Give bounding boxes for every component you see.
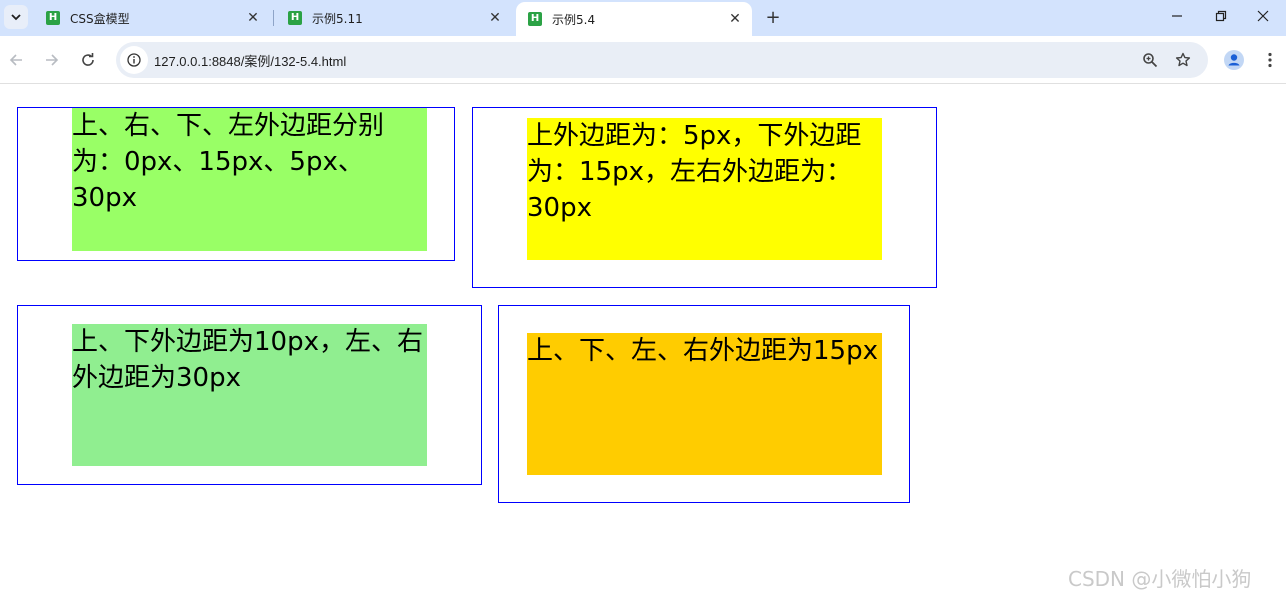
plus-icon[interactable]: + [762, 6, 784, 28]
tab-divider [273, 10, 274, 26]
site-info-icon[interactable] [120, 46, 148, 74]
inner-box-1: 上、右、下、左外边距分别为：0px、15px、5px、30px [72, 108, 427, 251]
more-menu-icon[interactable] [1258, 48, 1282, 72]
outer-box-2: 上外边距为：5px，下外边距为：15px，左右外边距为：30px [472, 107, 937, 288]
tab-title: 示例5.4 [552, 12, 596, 27]
close-icon[interactable]: ✕ [244, 9, 262, 27]
hbuilder-favicon-icon: H [528, 12, 542, 26]
inner-box-3: 上、下外边距为10px，左、右外边距为30px [72, 324, 427, 466]
hbuilder-favicon-icon: H [288, 11, 302, 25]
forward-icon[interactable] [40, 48, 64, 72]
zoom-icon[interactable] [1140, 50, 1160, 70]
outer-box-1: 上、右、下、左外边距分别为：0px、15px、5px、30px [17, 107, 455, 261]
tab-title: 示例5.11 [312, 11, 363, 26]
window-close-icon[interactable] [1240, 0, 1286, 32]
close-icon[interactable]: ✕ [726, 10, 744, 28]
reload-icon[interactable] [76, 48, 100, 72]
tab-title: CSS盒模型 [70, 11, 130, 26]
inner-box-2: 上外边距为：5px，下外边距为：15px，左右外边距为：30px [527, 118, 882, 260]
profile-avatar-icon[interactable] [1222, 48, 1246, 72]
minimize-icon[interactable] [1154, 0, 1200, 32]
tab-search-button[interactable] [4, 5, 28, 29]
tab-example-5-11[interactable]: H 示例5.11 ✕ [276, 4, 512, 32]
address-bar[interactable]: 127.0.0.1:8848/案例/132-5.4.html [116, 42, 1208, 78]
outer-box-4: 上、下、左、右外边距为15px [498, 305, 910, 503]
tab-css-box-model[interactable]: H CSS盒模型 ✕ [34, 4, 270, 32]
bookmark-star-icon[interactable] [1173, 50, 1193, 70]
tab-strip: H CSS盒模型 ✕ H 示例5.11 ✕ H 示例5.4 ✕ + [0, 0, 1286, 36]
restore-icon[interactable] [1198, 0, 1244, 32]
outer-box-3: 上、下外边距为10px，左、右外边距为30px [17, 305, 482, 485]
url-text[interactable]: 127.0.0.1:8848/案例/132-5.4.html [154, 51, 346, 70]
back-icon[interactable] [4, 48, 28, 72]
tab-example-5-4[interactable]: H 示例5.4 ✕ [516, 2, 752, 36]
close-icon[interactable]: ✕ [486, 9, 504, 27]
browser-toolbar: 127.0.0.1:8848/案例/132-5.4.html [0, 36, 1286, 84]
csdn-watermark: CSDN @小微怕小狗 [1068, 567, 1252, 591]
inner-box-4: 上、下、左、右外边距为15px [527, 333, 882, 475]
chevron-down-icon [11, 14, 21, 21]
hbuilder-favicon-icon: H [46, 11, 60, 25]
